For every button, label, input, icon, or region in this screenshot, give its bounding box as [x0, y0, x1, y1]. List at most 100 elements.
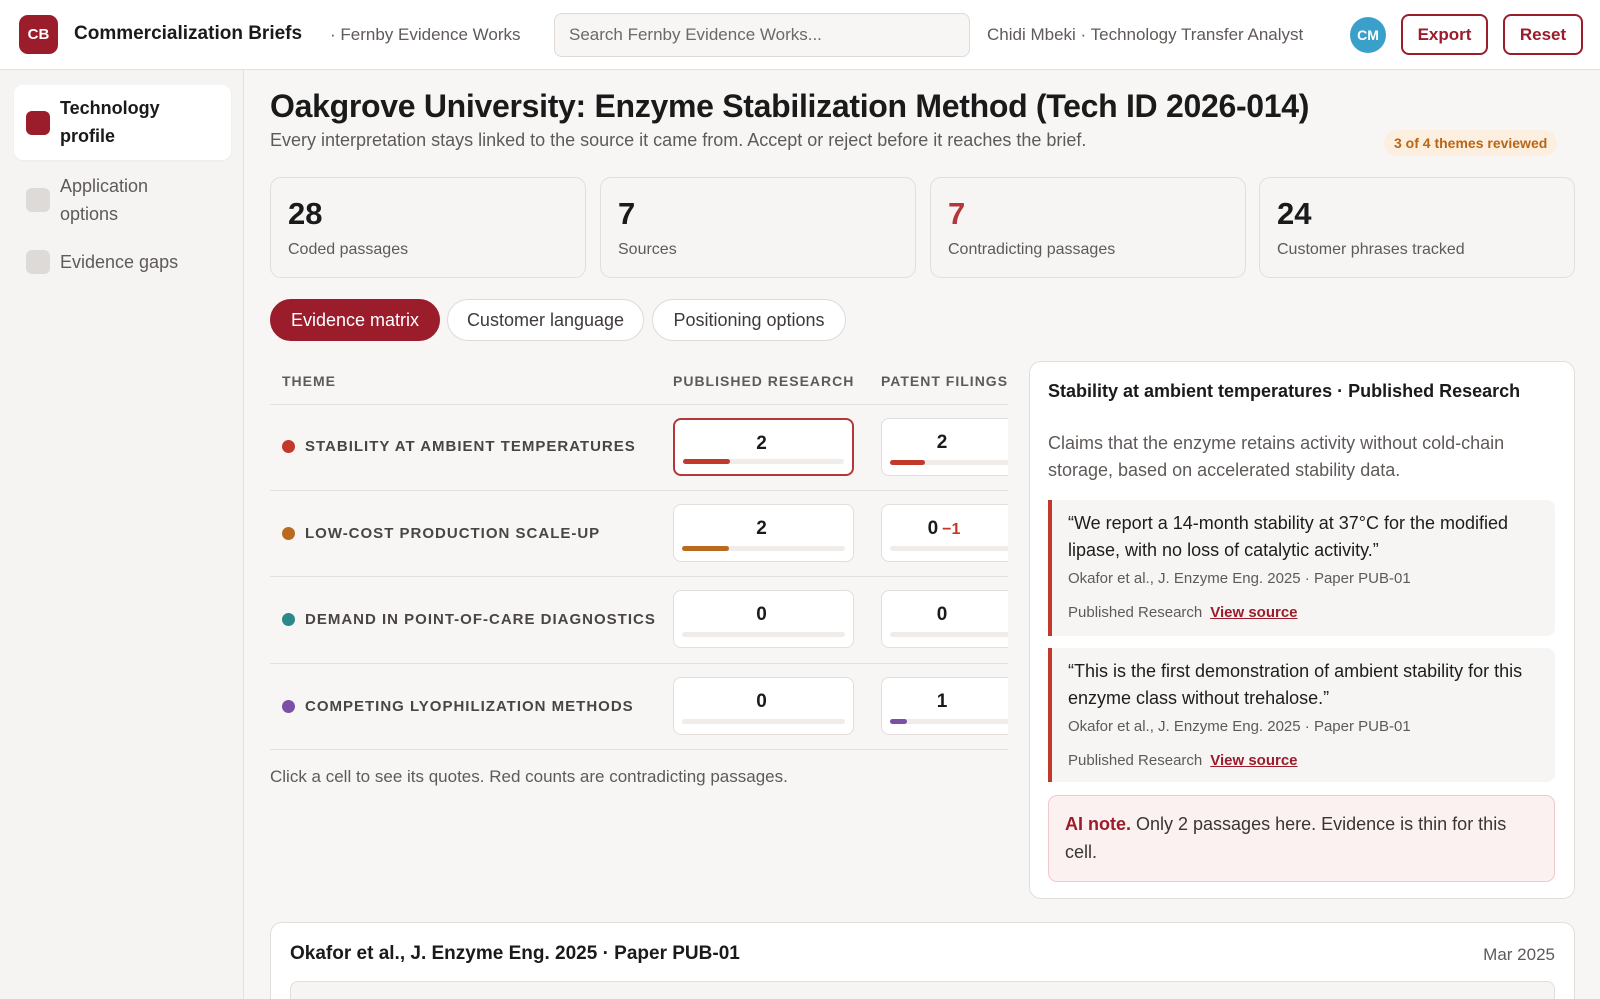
- cell-count: 1: [936, 691, 948, 712]
- page-subtitle: Every interpretation stays linked to the…: [270, 130, 1087, 150]
- cell-count: 2: [756, 433, 767, 454]
- stat-card-sources: 7 Sources: [600, 177, 916, 278]
- column-header-patent-filings: PATENT FILINGS: [881, 373, 1008, 389]
- source-date: Mar 2025: [1483, 945, 1555, 964]
- row-divider: [270, 404, 1008, 405]
- row-divider: [270, 749, 1008, 750]
- row-divider: [270, 576, 1008, 577]
- detail-title: Stability at ambient temperatures · Publ…: [1048, 381, 1521, 401]
- row-divider: [270, 663, 1008, 664]
- stat-card-customer-phrases: 24 Customer phrases tracked: [1259, 177, 1575, 278]
- stat-value: 7: [948, 196, 966, 231]
- app-logo: CB: [19, 15, 58, 54]
- theme-color-dot: [282, 613, 295, 626]
- matrix-cell[interactable]: 0: [673, 590, 854, 648]
- quote-text: “This is the first demonstration of ambi…: [1068, 661, 1523, 708]
- quote-card: “This is the first demonstration of ambi…: [1048, 648, 1555, 782]
- matrix-cell[interactable]: 2: [673, 504, 854, 562]
- cell-count: 2: [936, 432, 948, 453]
- export-button[interactable]: Export: [1401, 14, 1488, 55]
- quote-card: “We report a 14-month stability at 37°C …: [1048, 500, 1555, 636]
- quote-text: “We report a 14-month stability at 37°C …: [1068, 513, 1509, 560]
- matrix-hint: Click a cell to see its quotes. Red coun…: [270, 767, 788, 786]
- page-title: Oakgrove University: Enzyme Stabilizatio…: [270, 88, 1310, 124]
- quote-meta: Published Research View source: [1068, 604, 1298, 621]
- app-title: Commercialization Briefs: [74, 23, 303, 44]
- stat-label: Customer phrases tracked: [1277, 241, 1465, 258]
- source-excerpt-box: [290, 981, 1555, 999]
- cell-count: 2: [756, 518, 767, 539]
- source-card: Okafor et al., J. Enzyme Eng. 2025 · Pap…: [270, 922, 1575, 999]
- sidebar-item-label: Application options: [60, 176, 149, 224]
- quote-citation: Okafor et al., J. Enzyme Eng. 2025 · Pap…: [1068, 718, 1411, 735]
- cell-bar: [683, 459, 844, 464]
- user-name: Chidi Mbeki · Technology Transfer Analys…: [987, 25, 1304, 44]
- sidebar-item-application-options[interactable]: Application options: [14, 170, 231, 230]
- theme-label: STABILITY AT AMBIENT TEMPERATURES: [305, 438, 636, 455]
- cell-bar-fill: [682, 546, 730, 551]
- row-divider: [270, 490, 1008, 491]
- cell-count: 0: [756, 604, 767, 625]
- reset-button[interactable]: Reset: [1503, 14, 1583, 55]
- sidebar-item-technology-profile[interactable]: Technology profile: [14, 85, 231, 160]
- sidebar-item-evidence-gaps[interactable]: Evidence gaps: [14, 242, 231, 282]
- detail-description: Claims that the enzyme retains activity …: [1048, 433, 1505, 480]
- column-header-published-research: PUBLISHED RESEARCH: [673, 373, 855, 389]
- org-name: · Fernby Evidence Works: [330, 25, 521, 44]
- source-title: Okafor et al., J. Enzyme Eng. 2025 · Pap…: [290, 943, 740, 964]
- ai-note-text: Only 2 passages here. Evidence is thin f…: [1065, 814, 1507, 862]
- tab-evidence-matrix[interactable]: Evidence matrix: [270, 299, 440, 341]
- search-input[interactable]: [554, 13, 970, 57]
- cell-count: 0: [936, 604, 948, 625]
- cell-bar-fill: [890, 719, 908, 724]
- cell-detail-panel: Stability at ambient temperatures · Publ…: [1029, 361, 1575, 899]
- view-source-link[interactable]: View source: [1210, 752, 1297, 769]
- theme-label: COMPETING LYOPHILIZATION METHODS: [305, 698, 634, 715]
- theme-color-dot: [282, 527, 295, 540]
- quote-source-type: Published Research: [1068, 752, 1203, 769]
- cell-bar: [890, 719, 1008, 724]
- evidence-matrix: THEME PUBLISHED RESEARCH PATENT FILINGS …: [270, 361, 1008, 751]
- tab-positioning-options[interactable]: Positioning options: [652, 299, 846, 341]
- cell-bar-fill: [683, 459, 730, 464]
- cell-bar-fill: [890, 460, 926, 465]
- matrix-cell[interactable]: 2: [673, 418, 854, 476]
- tab-customer-language[interactable]: Customer language: [447, 299, 644, 341]
- stat-label: Sources: [618, 241, 677, 258]
- stat-label: Coded passages: [288, 241, 409, 258]
- matrix-cell[interactable]: 2: [881, 418, 1008, 476]
- review-status-badge: 3 of 4 themes reviewed: [1384, 130, 1558, 156]
- ai-note-label: AI note.: [1065, 814, 1131, 834]
- sidebar: Technology profile Application options E…: [0, 70, 244, 999]
- cell-bar: [682, 719, 845, 724]
- ai-note: AI note. Only 2 passages here. Evidence …: [1048, 795, 1555, 882]
- stat-label: Contradicting passages: [948, 241, 1116, 258]
- stat-card-contradicting-passages: 7 Contradicting passages: [930, 177, 1246, 278]
- cell-bar: [682, 546, 845, 551]
- matrix-cell[interactable]: 0: [881, 590, 1008, 648]
- quote-source-type: Published Research: [1068, 604, 1203, 621]
- quote-meta: Published Research View source: [1068, 752, 1298, 769]
- cell-count: 0: [756, 691, 767, 712]
- cell-bar: [682, 632, 845, 637]
- stat-value: 28: [288, 196, 323, 231]
- top-bar: CB Commercialization Briefs · Fernby Evi…: [0, 0, 1600, 70]
- theme-label: LOW-COST PRODUCTION SCALE-UP: [305, 525, 601, 542]
- matrix-cell[interactable]: 1: [881, 677, 1008, 735]
- cell-count: 0 −1: [927, 518, 961, 539]
- column-header-theme: THEME: [282, 373, 336, 389]
- avatar[interactable]: CM: [1350, 17, 1386, 53]
- theme-label: DEMAND IN POINT-OF-CARE DIAGNOSTICS: [305, 611, 656, 628]
- sidebar-item-label: Technology profile: [60, 98, 160, 146]
- quote-citation: Okafor et al., J. Enzyme Eng. 2025 · Pap…: [1068, 570, 1411, 587]
- matrix-cell[interactable]: 0: [673, 677, 854, 735]
- sidebar-item-label: Evidence gaps: [60, 252, 179, 272]
- cell-bar: [890, 460, 1008, 465]
- stat-card-coded-passages: 28 Coded passages: [270, 177, 586, 278]
- view-source-link[interactable]: View source: [1210, 604, 1297, 621]
- matrix-cell[interactable]: 0 −1: [881, 504, 1008, 562]
- sidebar-item-marker: [26, 250, 50, 274]
- theme-color-dot: [282, 440, 295, 453]
- sidebar-item-marker: [26, 111, 50, 135]
- sidebar-item-marker: [26, 188, 50, 212]
